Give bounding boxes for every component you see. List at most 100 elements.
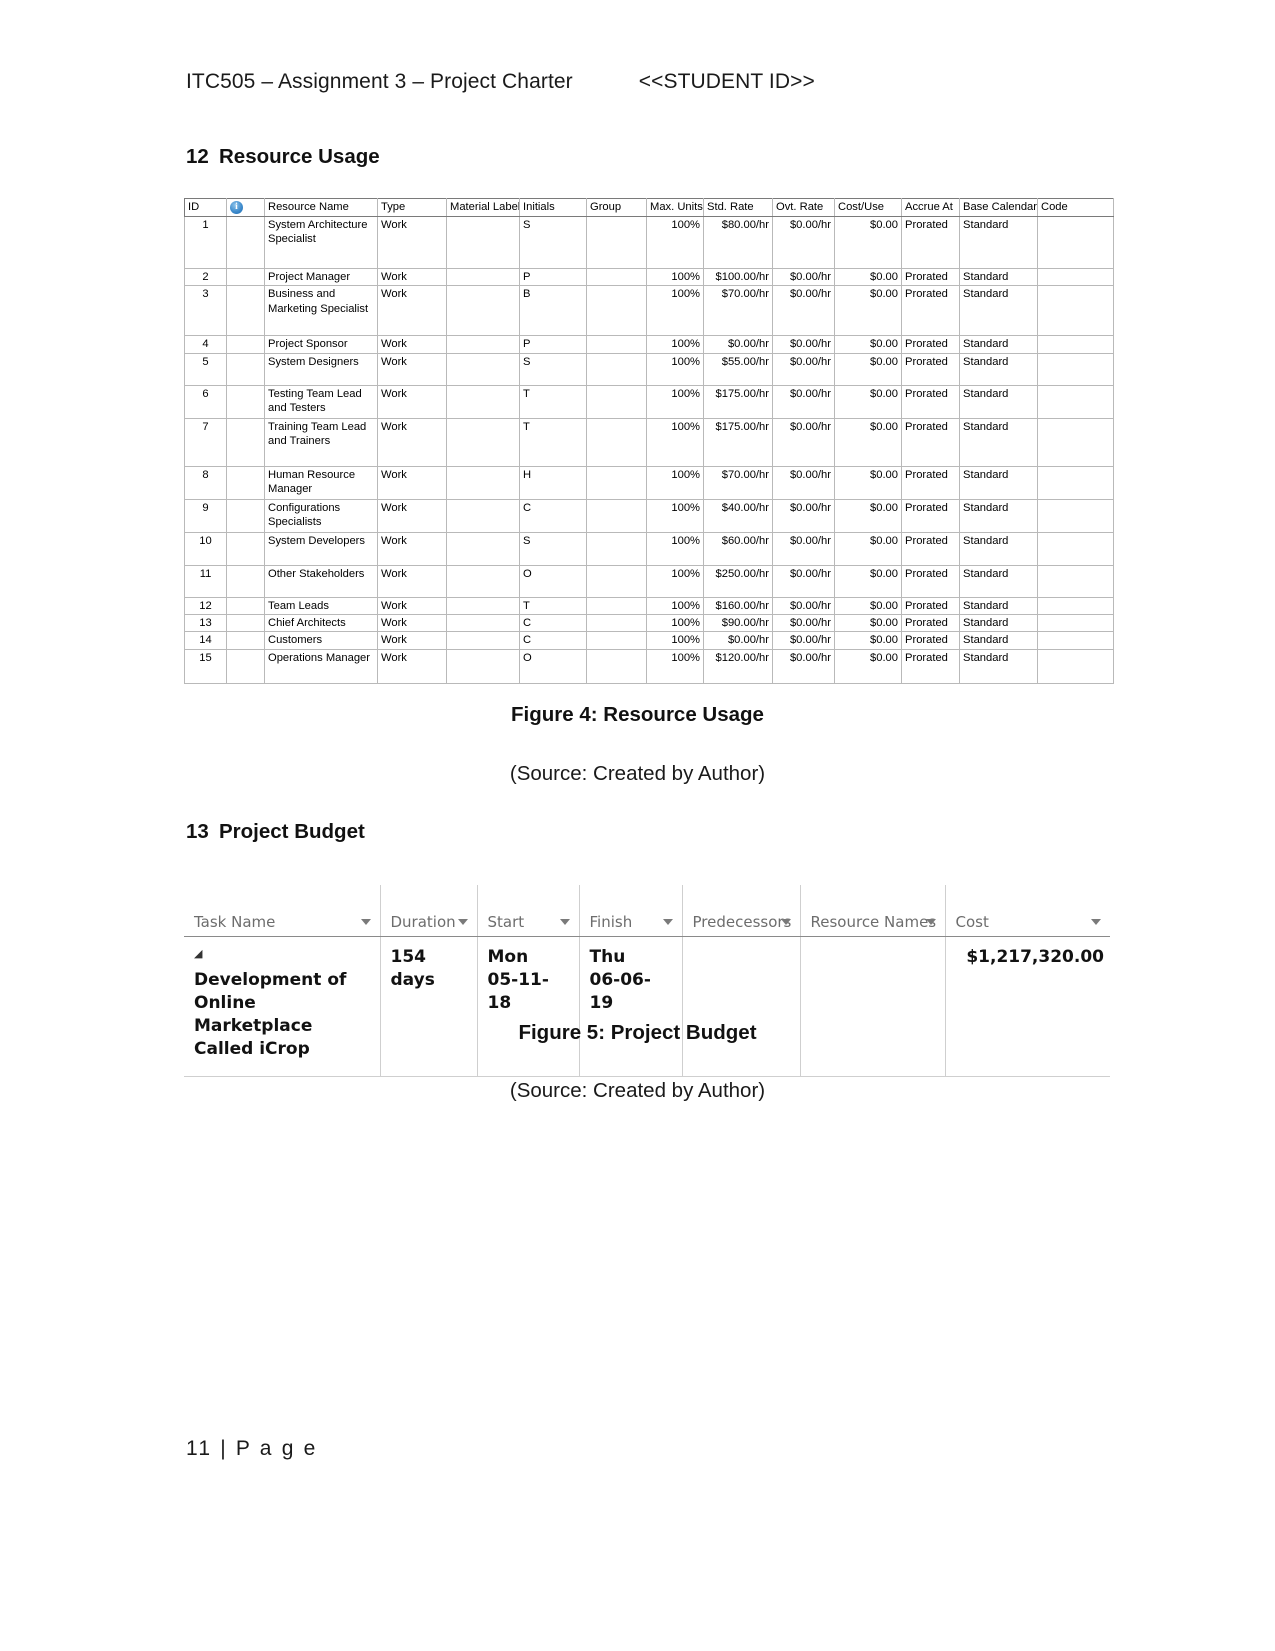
cell-cost-use[interactable]: $0.00 — [834, 417, 902, 467]
table-row[interactable]: 10 System Developers Work S 100% $60.00/hr $0.… — [184, 531, 1114, 566]
column-header-cost[interactable]: Cost — [944, 885, 1110, 937]
cell-accrue-at[interactable]: Prorated — [901, 531, 960, 566]
cell-type[interactable]: Work — [377, 285, 447, 337]
column-header-predecessors[interactable]: Predecessors — [681, 885, 800, 937]
cell-id[interactable]: 3 — [184, 285, 227, 337]
cell-std-rate[interactable]: $80.00/hr — [703, 216, 773, 269]
cell-cost-use[interactable]: $0.00 — [834, 531, 902, 566]
cell-initials[interactable]: S — [519, 352, 587, 386]
cell-resource-name[interactable]: Customers — [264, 631, 378, 650]
chevron-down-icon[interactable] — [925, 919, 936, 925]
chevron-down-icon[interactable] — [559, 919, 570, 925]
cell-resource-name[interactable]: Project Sponsor — [264, 335, 378, 354]
cell-resource-name[interactable]: System Designers — [264, 352, 378, 386]
cell-ovt-rate[interactable]: $0.00/hr — [772, 417, 835, 467]
cell-id[interactable]: 11 — [184, 564, 227, 598]
cell-group[interactable] — [586, 384, 647, 419]
chevron-down-icon[interactable] — [1091, 919, 1101, 925]
cell-resource-names[interactable] — [799, 936, 945, 1077]
cell-type[interactable]: Work — [377, 352, 447, 386]
cell-id[interactable]: 13 — [184, 613, 227, 633]
cell-std-rate[interactable]: $175.00/hr — [703, 417, 773, 467]
cell-cost-use[interactable]: $0.00 — [834, 335, 902, 354]
cell-material-label[interactable] — [446, 648, 520, 684]
table-row[interactable]: 14 Customers Work C 100% $0.00/hr $0.00/hr $0.0… — [184, 631, 1114, 650]
cell-std-rate[interactable]: $0.00/hr — [703, 631, 773, 650]
cell-group[interactable] — [586, 335, 647, 354]
cell-id[interactable]: 5 — [184, 352, 227, 386]
cell-indicator[interactable] — [226, 216, 265, 269]
cell-initials[interactable]: P — [519, 335, 587, 354]
cell-id[interactable]: 15 — [184, 648, 227, 684]
cell-accrue-at[interactable]: Prorated — [901, 613, 960, 633]
cell-base-calendar[interactable]: Standard — [959, 498, 1038, 533]
cell-group[interactable] — [586, 465, 647, 500]
table-row[interactable]: 3 Business and Marketing Specialist Work B 1… — [184, 285, 1114, 337]
cell-std-rate[interactable]: $90.00/hr — [703, 613, 773, 633]
cell-material-label[interactable] — [446, 564, 520, 598]
cell-ovt-rate[interactable]: $0.00/hr — [772, 465, 835, 500]
cell-max-units[interactable]: 100% — [646, 384, 704, 419]
table-row[interactable]: 6 Testing Team Lead and Testers Work T 100% $… — [184, 384, 1114, 419]
cell-code[interactable] — [1037, 596, 1114, 615]
cell-indicator[interactable] — [226, 285, 265, 337]
cell-task-name[interactable]: ◢ Development of Online Marketplace Calle… — [184, 936, 380, 1077]
cell-indicator[interactable] — [226, 267, 265, 287]
collapse-triangle-icon[interactable]: ◢ — [194, 946, 205, 963]
cell-initials[interactable]: S — [519, 216, 587, 269]
cell-base-calendar[interactable]: Standard — [959, 335, 1038, 354]
cell-initials[interactable]: H — [519, 465, 587, 500]
cell-indicator[interactable] — [226, 631, 265, 650]
cell-std-rate[interactable]: $70.00/hr — [703, 285, 773, 337]
cell-accrue-at[interactable]: Prorated — [901, 384, 960, 419]
cell-ovt-rate[interactable]: $0.00/hr — [772, 564, 835, 598]
cell-ovt-rate[interactable]: $0.00/hr — [772, 648, 835, 684]
cell-id[interactable]: 8 — [184, 465, 227, 500]
column-header-resource-names[interactable]: Resource Names — [799, 885, 945, 937]
cell-indicator[interactable] — [226, 417, 265, 467]
cell-cost-use[interactable]: $0.00 — [834, 596, 902, 615]
cell-std-rate[interactable]: $175.00/hr — [703, 384, 773, 419]
cell-cost-use[interactable]: $0.00 — [834, 465, 902, 500]
cell-id[interactable]: 9 — [184, 498, 227, 533]
cell-id[interactable]: 2 — [184, 267, 227, 287]
cell-type[interactable]: Work — [377, 384, 447, 419]
cell-resource-name[interactable]: Configurations Specialists — [264, 498, 378, 533]
cell-max-units[interactable]: 100% — [646, 613, 704, 633]
cell-material-label[interactable] — [446, 596, 520, 615]
cell-cost-use[interactable]: $0.00 — [834, 352, 902, 386]
cell-resource-name[interactable]: Testing Team Lead and Testers — [264, 384, 378, 419]
cell-initials[interactable]: O — [519, 648, 587, 684]
cell-group[interactable] — [586, 498, 647, 533]
cell-resource-name[interactable]: Operations Manager — [264, 648, 378, 684]
cell-group[interactable] — [586, 564, 647, 598]
column-header-start[interactable]: Start — [476, 885, 579, 937]
cell-accrue-at[interactable]: Prorated — [901, 352, 960, 386]
cell-cost-use[interactable]: $0.00 — [834, 648, 902, 684]
cell-indicator[interactable] — [226, 596, 265, 615]
cell-ovt-rate[interactable]: $0.00/hr — [772, 498, 835, 533]
cell-code[interactable] — [1037, 531, 1114, 566]
cell-cost-use[interactable]: $0.00 — [834, 216, 902, 269]
cell-max-units[interactable]: 100% — [646, 216, 704, 269]
cell-ovt-rate[interactable]: $0.00/hr — [772, 352, 835, 386]
cell-material-label[interactable] — [446, 285, 520, 337]
cell-material-label[interactable] — [446, 335, 520, 354]
cell-base-calendar[interactable]: Standard — [959, 216, 1038, 269]
cell-std-rate[interactable]: $250.00/hr — [703, 564, 773, 598]
cell-ovt-rate[interactable]: $0.00/hr — [772, 384, 835, 419]
table-row[interactable]: 15 Operations Manager Work O 100% $120.00/hr $… — [184, 648, 1114, 684]
cell-accrue-at[interactable]: Prorated — [901, 216, 960, 269]
cell-accrue-at[interactable]: Prorated — [901, 596, 960, 615]
table-row[interactable]: 7 Training Team Lead and Trainers Work T 100… — [184, 417, 1114, 467]
cell-ovt-rate[interactable]: $0.00/hr — [772, 613, 835, 633]
cell-cost-use[interactable]: $0.00 — [834, 498, 902, 533]
cell-code[interactable] — [1037, 648, 1114, 684]
cell-material-label[interactable] — [446, 613, 520, 633]
cell-type[interactable]: Work — [377, 564, 447, 598]
cell-cost-use[interactable]: $0.00 — [834, 564, 902, 598]
cell-type[interactable]: Work — [377, 465, 447, 500]
cell-predecessors[interactable] — [681, 936, 800, 1077]
cell-max-units[interactable]: 100% — [646, 465, 704, 500]
cell-std-rate[interactable]: $120.00/hr — [703, 648, 773, 684]
